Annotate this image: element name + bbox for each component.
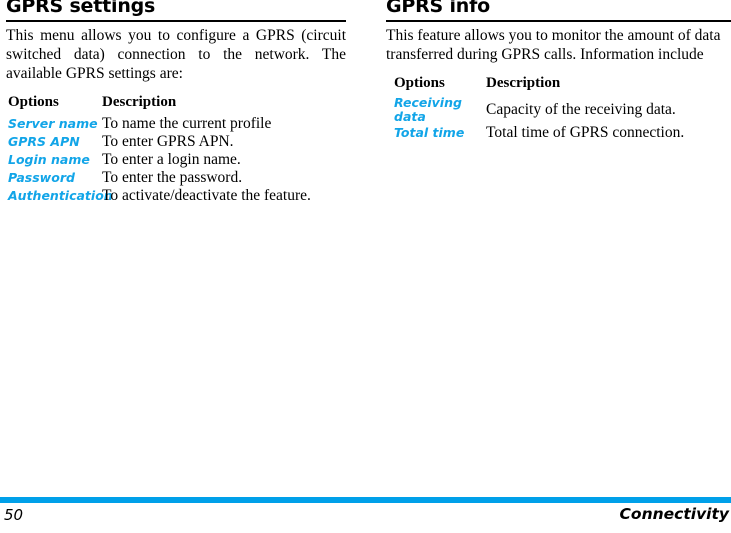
option-label: Login name (8, 152, 90, 167)
section-title: GPRS info (386, 0, 491, 17)
option-label: Total time (394, 125, 465, 140)
section-title: GPRS settings (6, 0, 156, 17)
option-description: To enter the password. (102, 169, 243, 186)
section-gprs-settings: GPRS settings This menu allows you to co… (6, 0, 346, 205)
table-row: Authentication To activate/deactivate th… (8, 187, 340, 205)
section-intro-paragraph: This menu allows you to configure a GPRS… (6, 27, 346, 82)
page-columns: GPRS settings This menu allows you to co… (0, 0, 731, 490)
option-description: Total time of GPRS connection. (486, 124, 685, 141)
section-divider (386, 20, 731, 22)
option-description: To enter a login name. (102, 151, 241, 168)
footer-divider (0, 497, 731, 503)
option-label: Password (8, 170, 75, 185)
section-gprs-info: GPRS info This feature allows you to mon… (386, 0, 731, 142)
option-label: GPRS APN (8, 134, 80, 149)
section-intro-paragraph: This feature allows you to monitor the a… (386, 27, 721, 63)
column-header-description: Description (486, 75, 561, 91)
column-header-options: Options (394, 75, 445, 91)
option-description: To activate/deactivate the feature. (102, 187, 311, 204)
footer-section-label: Connectivity (619, 505, 729, 523)
manual-page: GPRS settings This menu allows you to co… (0, 0, 731, 533)
table-row: Total time Total time of GPRS connection… (394, 124, 731, 142)
options-table: Options Description Server name To name … (8, 92, 340, 205)
table-header-row: Options Description (8, 92, 340, 115)
table-row: GPRS APN To enter GPRS APN. (8, 133, 340, 151)
page-number: 50 (4, 506, 24, 524)
options-table: Options Description Receiving data Capac… (394, 73, 731, 142)
page-footer: 50 Connectivity (0, 497, 731, 533)
option-label: Authentication (8, 188, 113, 203)
option-label: Server name (8, 116, 98, 131)
option-description: Capacity of the receiving data. (486, 101, 676, 118)
table-header-row: Options Description (394, 73, 731, 96)
option-description: To name the current profile (102, 115, 272, 132)
table-row: Receiving data Capacity of the receiving… (394, 96, 731, 124)
column-header-description: Description (102, 94, 177, 110)
section-divider (6, 20, 346, 22)
option-description: To enter GPRS APN. (102, 133, 234, 150)
column-header-options: Options (8, 94, 59, 110)
table-row: Login name To enter a login name. (8, 151, 340, 169)
option-label: Receiving data (394, 95, 462, 124)
table-row: Password To enter the password. (8, 169, 340, 187)
table-row: Server name To name the current profile (8, 115, 340, 133)
